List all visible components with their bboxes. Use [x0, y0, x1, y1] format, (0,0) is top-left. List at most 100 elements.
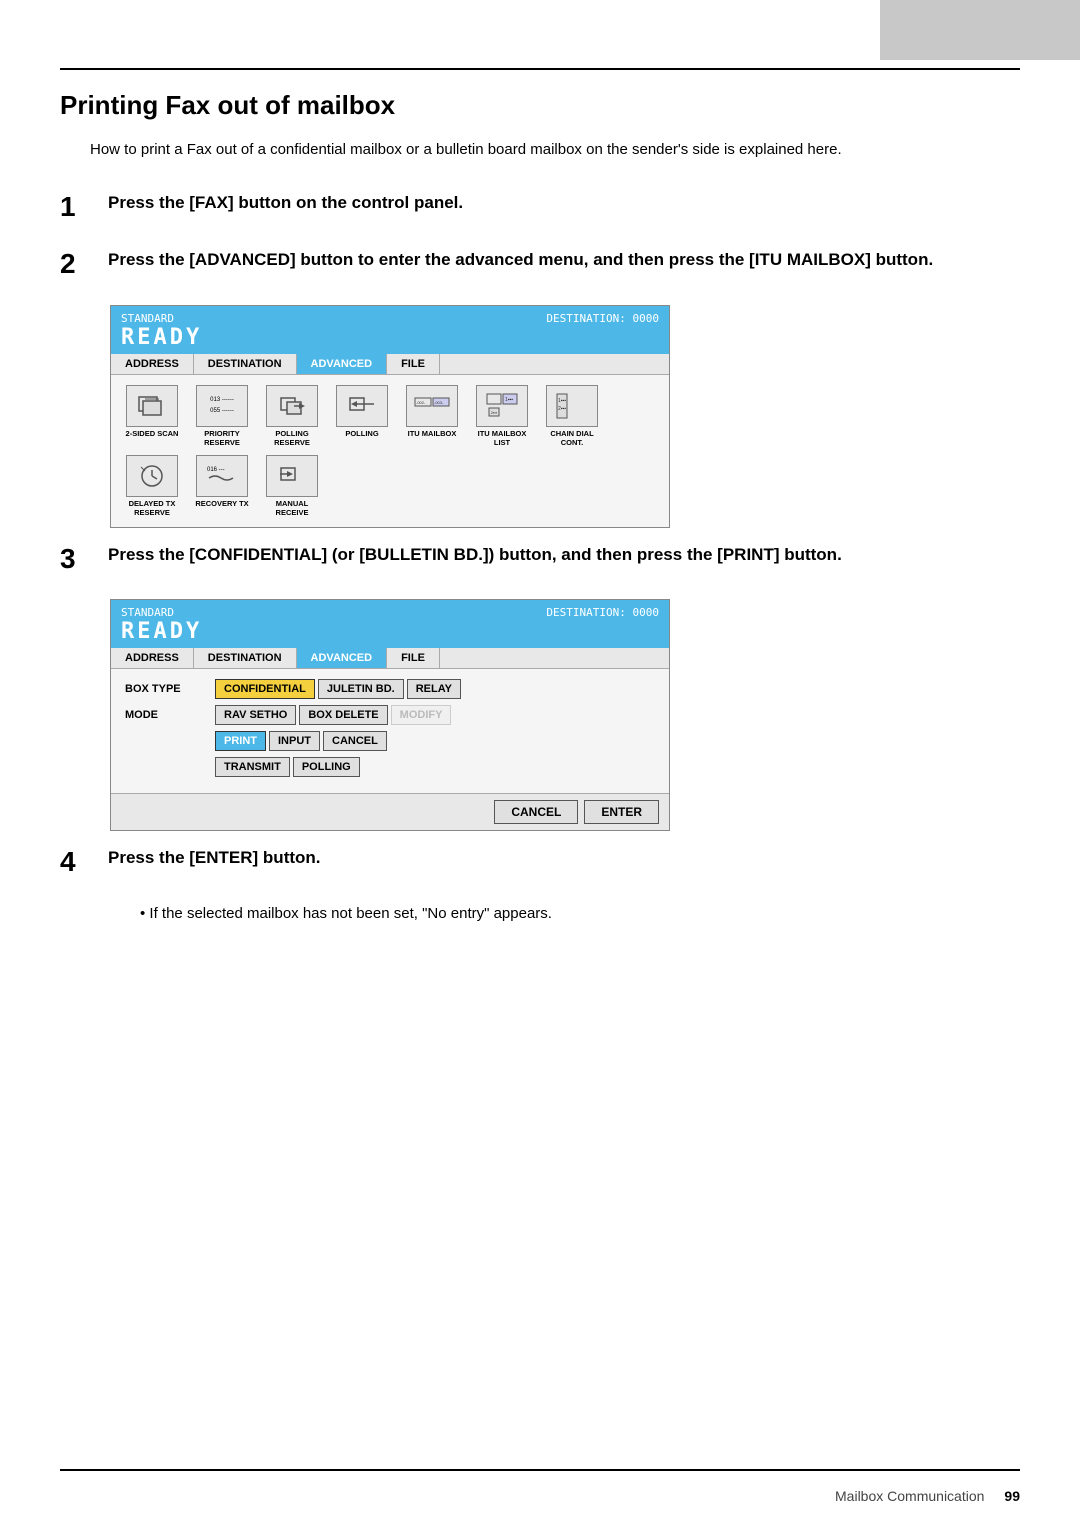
step-3-text: Press the [CONFIDENTIAL] (or [BULLETIN B… — [108, 542, 1020, 568]
icon-2sided-scan-box — [126, 385, 178, 427]
btn-confidential[interactable]: CONFIDENTIAL — [215, 679, 315, 699]
transmit-row: TRANSMIT POLLING — [125, 757, 655, 777]
mode-row: MODE RAV SETHO BOX DELETE MODIFY — [125, 705, 655, 725]
icon-delayed-tx: DELAYED TX RESERVE — [121, 455, 183, 517]
icon-polling: POLLING — [331, 385, 393, 447]
tab-advanced-active[interactable]: ADVANCED — [297, 354, 388, 374]
icon-polling-reserve: POLLING RESERVE — [261, 385, 323, 447]
mode-buttons: RAV SETHO BOX DELETE MODIFY — [215, 705, 451, 725]
step-3-number: 3 — [60, 542, 100, 576]
step-4-number: 4 — [60, 845, 100, 879]
screen-1-header: STANDARD DESTINATION: 0000 READY — [111, 306, 669, 354]
box-type-label: BOX TYPE — [125, 683, 215, 695]
step-4-bullet: If the selected mailbox has not been set… — [140, 903, 1020, 926]
icon-recovery-tx-label: RECOVERY TX — [195, 499, 248, 508]
icon-itu-mailbox-list: 1▪▪▪ 2▪▪▪ ITU MAILBOX LIST — [471, 385, 533, 447]
screen-1-body: 2-SIDED SCAN 013 ------ 055 ------ PRIOR… — [111, 375, 669, 527]
screen-mockup-2: STANDARD DESTINATION: 0000 READY ADDRESS… — [110, 599, 670, 831]
btn-polling[interactable]: POLLING — [293, 757, 360, 777]
action-row: PRINT INPUT CANCEL — [125, 731, 655, 751]
transmit-buttons: TRANSMIT POLLING — [215, 757, 360, 777]
page-footer: Mailbox Communication 99 — [60, 1488, 1020, 1504]
icon-chain-dial: 1▪▪▪ 2▪▪▪ CHAIN DIAL CONT. — [541, 385, 603, 447]
icon-priority-reserve-box: 013 ------ 055 ------ — [196, 385, 248, 427]
screen-2-footer: CANCEL ENTER — [111, 793, 669, 830]
btn-modify: MODIFY — [391, 705, 452, 725]
screen-2-header-top: STANDARD DESTINATION: 0000 — [121, 606, 659, 619]
step-3: 3 Press the [CONFIDENTIAL] (or [BULLETIN… — [60, 542, 1020, 576]
main-content: Printing Fax out of mailbox How to print… — [60, 90, 1020, 1446]
step-1: 1 Press the [FAX] button on the control … — [60, 190, 1020, 224]
screen2-tab-advanced[interactable]: ADVANCED — [297, 648, 388, 668]
screen-1-ready: READY — [121, 325, 659, 352]
screen-1-destination-label: DESTINATION: 0000 — [546, 312, 659, 325]
intro-text: How to print a Fax out of a confidential… — [90, 139, 1020, 162]
btn-box-delete[interactable]: BOX DELETE — [299, 705, 387, 725]
btn-transmit[interactable]: TRANSMIT — [215, 757, 290, 777]
svg-text:2▪▪▪: 2▪▪▪ — [558, 406, 566, 412]
icon-row-1: 2-SIDED SCAN 013 ------ 055 ------ PRIOR… — [121, 385, 659, 447]
step-2: 2 Press the [ADVANCED] button to enter t… — [60, 247, 1020, 281]
tab-address[interactable]: ADDRESS — [111, 354, 194, 374]
icon-itu-mailbox: -002- -003- ITU MAILBOX — [401, 385, 463, 447]
icon-2sided-scan: 2-SIDED SCAN — [121, 385, 183, 447]
screen2-tab-address[interactable]: ADDRESS — [111, 648, 194, 668]
icon-row-2: DELAYED TX RESERVE 016 --- RECOVERY TX — [121, 455, 659, 517]
screen-2-standard-label: STANDARD — [121, 606, 174, 619]
icon-itu-mailbox-list-label: ITU MAILBOX LIST — [471, 429, 533, 447]
icon-itu-mailbox-label: ITU MAILBOX — [408, 429, 457, 438]
icon-chain-dial-box: 1▪▪▪ 2▪▪▪ — [546, 385, 598, 427]
tab-file[interactable]: FILE — [387, 354, 440, 374]
step-1-number: 1 — [60, 190, 100, 224]
icon-polling-box — [336, 385, 388, 427]
step-4-text: Press the [ENTER] button. — [108, 845, 1020, 871]
icon-manual-receive-box — [266, 455, 318, 497]
icon-recovery-tx-box: 016 --- — [196, 455, 248, 497]
icon-delayed-tx-label: DELAYED TX RESERVE — [121, 499, 183, 517]
icon-priority-reserve: 013 ------ 055 ------ PRIORITY RESERVE — [191, 385, 253, 447]
action-buttons: PRINT INPUT CANCEL — [215, 731, 387, 751]
footer-section-text: Mailbox Communication — [835, 1488, 984, 1504]
tab-destination[interactable]: DESTINATION — [194, 354, 297, 374]
svg-text:1▪▪▪: 1▪▪▪ — [505, 397, 513, 403]
top-bar-decoration — [880, 0, 1080, 60]
footer-btn-enter[interactable]: ENTER — [584, 800, 659, 824]
page-title: Printing Fax out of mailbox — [60, 90, 1020, 121]
footer-page-number: 99 — [1004, 1488, 1020, 1504]
svg-text:-003-: -003- — [434, 400, 444, 405]
box-type-row: BOX TYPE CONFIDENTIAL JULETIN BD. RELAY — [125, 679, 655, 699]
icon-priority-reserve-label: PRIORITY RESERVE — [191, 429, 253, 447]
svg-text:1▪▪▪: 1▪▪▪ — [558, 398, 566, 404]
box-type-buttons: CONFIDENTIAL JULETIN BD. RELAY — [215, 679, 461, 699]
icon-chain-dial-label: CHAIN DIAL CONT. — [541, 429, 603, 447]
icon-polling-reserve-label: POLLING RESERVE — [261, 429, 323, 447]
btn-input[interactable]: INPUT — [269, 731, 320, 751]
icon-itu-mailbox-box: -002- -003- — [406, 385, 458, 427]
screen2-tab-destination[interactable]: DESTINATION — [194, 648, 297, 668]
screen-1-header-top: STANDARD DESTINATION: 0000 — [121, 312, 659, 325]
footer-btn-cancel[interactable]: CANCEL — [494, 800, 578, 824]
top-rule — [60, 68, 1020, 70]
svg-text:-002-: -002- — [416, 400, 426, 405]
btn-print[interactable]: PRINT — [215, 731, 266, 751]
btn-rav-setho[interactable]: RAV SETHO — [215, 705, 296, 725]
screen-2-body: BOX TYPE CONFIDENTIAL JULETIN BD. RELAY … — [111, 669, 669, 793]
icon-polling-reserve-box — [266, 385, 318, 427]
icon-manual-receive: MANUAL RECEIVE — [261, 455, 323, 517]
mode-label: MODE — [125, 709, 215, 721]
svg-text:2▪▪▪: 2▪▪▪ — [491, 410, 498, 415]
btn-relay[interactable]: RELAY — [407, 679, 461, 699]
step-2-number: 2 — [60, 247, 100, 281]
screen-1-tabs: ADDRESS DESTINATION ADVANCED FILE — [111, 354, 669, 375]
bottom-rule — [60, 1469, 1020, 1471]
step-1-text: Press the [FAX] button on the control pa… — [108, 190, 1020, 216]
screen2-tab-file[interactable]: FILE — [387, 648, 440, 668]
btn-bulletin-bd[interactable]: JULETIN BD. — [318, 679, 404, 699]
screen-2-destination-label: DESTINATION: 0000 — [546, 606, 659, 619]
btn-cancel-mode[interactable]: CANCEL — [323, 731, 387, 751]
screen-2-header: STANDARD DESTINATION: 0000 READY — [111, 600, 669, 648]
screen-2-tabs: ADDRESS DESTINATION ADVANCED FILE — [111, 648, 669, 669]
step-4: 4 Press the [ENTER] button. — [60, 845, 1020, 879]
icon-2sided-scan-label: 2-SIDED SCAN — [126, 429, 179, 438]
screen-mockup-1: STANDARD DESTINATION: 0000 READY ADDRESS… — [110, 305, 670, 528]
